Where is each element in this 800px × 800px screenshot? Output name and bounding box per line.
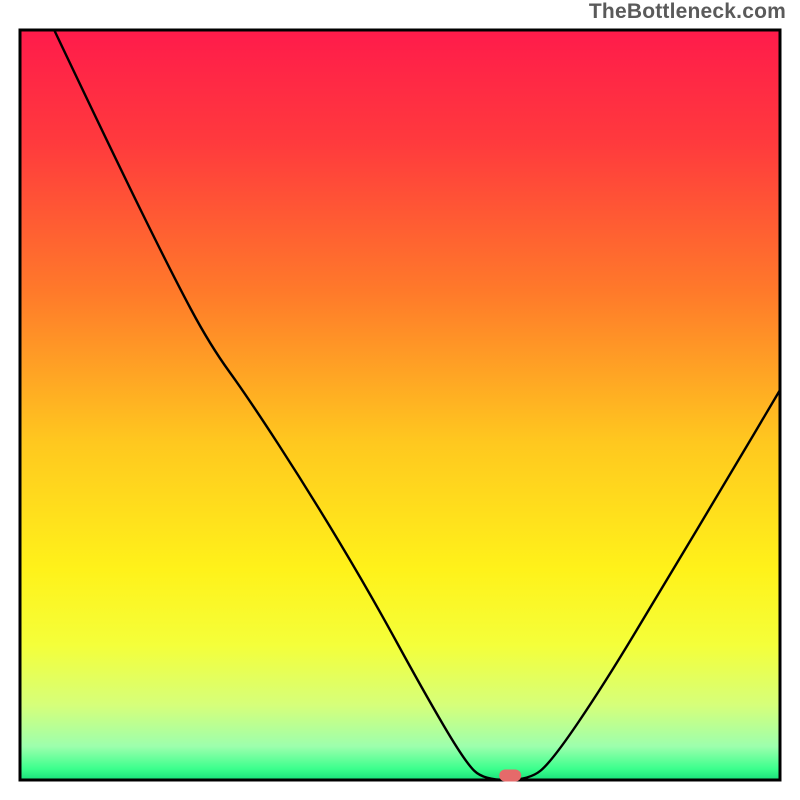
- watermark-text: TheBottleneck.com: [589, 0, 786, 24]
- bottleneck-marker: [499, 770, 521, 782]
- bottleneck-chart: [0, 0, 800, 800]
